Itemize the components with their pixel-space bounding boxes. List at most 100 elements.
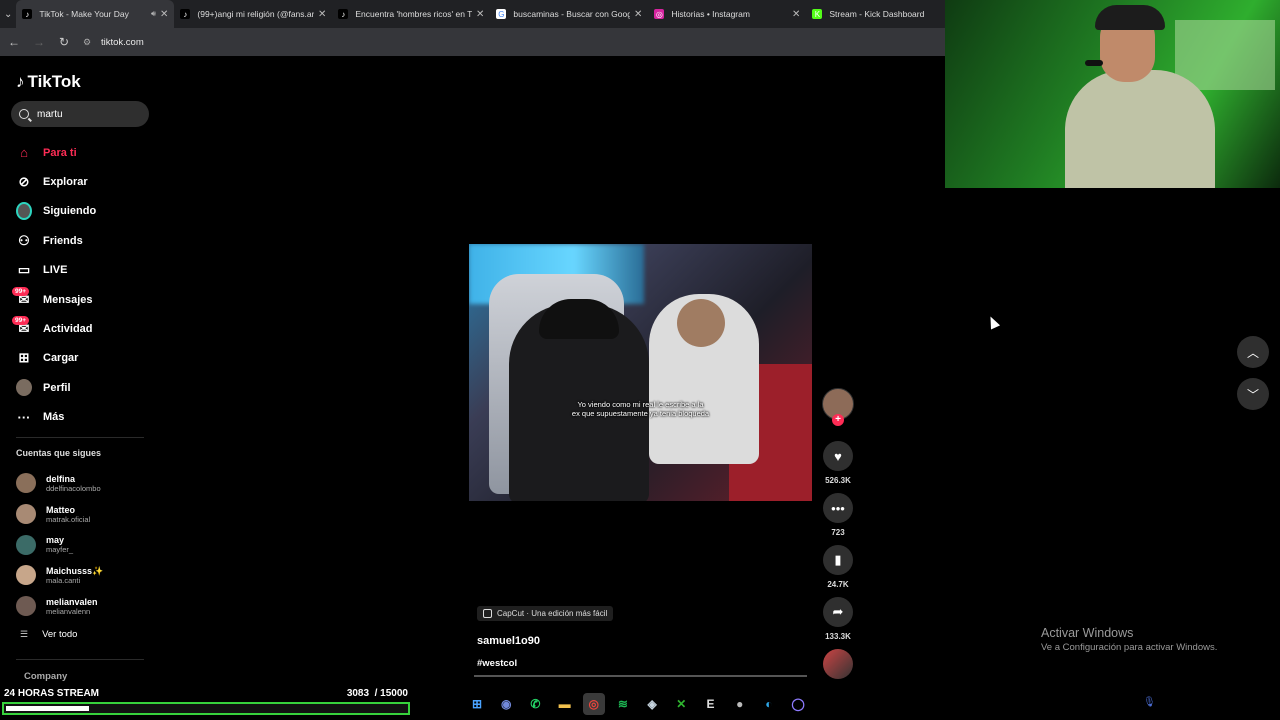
site-info-icon[interactable]: ⚙ (83, 37, 95, 47)
nav-item-perfil[interactable]: Perfil (16, 373, 96, 402)
comment-icon: ••• (823, 493, 853, 523)
video-progress-bar[interactable] (474, 675, 807, 677)
following-account[interactable]: melianvalen melianvalenn (16, 591, 103, 622)
nav-label: Perfil (43, 381, 71, 394)
nav-item-actividad[interactable]: ✉ 99+ Actividad (12, 314, 96, 343)
search-input[interactable]: martu (11, 101, 149, 127)
xbox-icon[interactable]: ✕ (670, 693, 692, 715)
company-link[interactable]: Company (24, 671, 67, 682)
close-tab-icon[interactable]: ✕ (476, 9, 484, 20)
nav-item-mensajes[interactable]: ✉ 99+ Mensajes (12, 285, 96, 314)
nav-item-ms[interactable]: ··· Más (16, 403, 96, 432)
nav-item-cargar[interactable]: ⊞ Cargar (16, 344, 96, 373)
back-icon[interactable]: ← (3, 35, 25, 49)
avatar (16, 473, 36, 494)
video-caption: Yo viendo como mi real le escribe a la e… (571, 400, 710, 418)
steam-icon[interactable]: ◈ (641, 693, 663, 715)
nav-label: Cargar (43, 352, 79, 365)
search-icon (19, 109, 29, 119)
close-tab-icon[interactable]: ✕ (160, 9, 168, 20)
file-explorer-icon[interactable]: ▬ (554, 693, 576, 715)
notification-badge: 99+ (12, 316, 30, 326)
share-icon: ➦ (823, 597, 853, 627)
nav-label: Actividad (43, 323, 93, 336)
close-tab-icon[interactable]: ✕ (792, 9, 800, 20)
nav-item-friends[interactable]: ⚇ Friends (16, 226, 96, 255)
messages-icon: ✉ 99+ (12, 286, 32, 308)
app-icon[interactable]: ◯ (787, 693, 809, 715)
account-name: melianvalen (46, 596, 98, 607)
capcut-label[interactable]: CapCut · Una edición más fácil (477, 606, 614, 621)
activity-icon: ✉ 99+ (12, 316, 32, 337)
following-account[interactable]: Maichusss✨ mala.canti (16, 560, 103, 591)
video-actions: + ♥ 526.3K ••• 723 ▮ 24.7K ➦ 133.3K (822, 388, 854, 648)
following-accounts-heading: Cuentas que sigues (16, 448, 102, 458)
tab-title: Stream - Kick Dashboard (829, 9, 925, 19)
nav-item-explorar[interactable]: ⊘ Explorar (16, 167, 96, 196)
reload-icon[interactable]: ↻ (53, 35, 75, 49)
tab-list-button[interactable]: ⌄ (4, 3, 12, 25)
next-video-button[interactable]: ﹀ (1237, 378, 1269, 410)
music-disc-avatar[interactable] (823, 649, 853, 679)
forward-icon[interactable]: → (28, 35, 50, 49)
previous-video-button[interactable]: ︿ (1237, 336, 1269, 368)
tiktok-logo[interactable]: ♪ TikTok (16, 72, 81, 92)
browser-tab[interactable]: ♪ Encuentra 'hombres ricos' en Ti ✕ (332, 0, 490, 28)
mouse-cursor-icon (985, 314, 1001, 330)
tiktok-icon: ♪ (180, 9, 191, 19)
browser-address-bar: ← → ↻ ⚙ tiktok.com (0, 28, 945, 56)
browser-tab[interactable]: G buscaminas - Buscar con Googl ✕ (490, 0, 648, 28)
home-icon: ⌂ (20, 145, 28, 161)
browser-tab[interactable]: ◎ Historias • Instagram ✕ (648, 0, 806, 28)
tiktok-note-icon: ♪ (16, 72, 25, 91)
microphone-icon[interactable]: 🎙 (1143, 697, 1156, 708)
nav-item-live[interactable]: ▭ LIVE (16, 256, 96, 285)
video-hashtag[interactable]: #westcol (477, 658, 807, 669)
nav-label: Para ti (43, 146, 77, 159)
save-button[interactable]: ▮ 24.7K (822, 545, 854, 589)
close-tab-icon[interactable]: ✕ (318, 9, 326, 20)
webcam-scene-body (1065, 70, 1215, 188)
tab-title: Encuentra 'hombres ricos' en Ti (355, 9, 472, 19)
account-handle: ddelfinacolombo (46, 483, 101, 493)
following-account[interactable]: may mayfer_ (16, 529, 103, 560)
webcam-overlay (945, 0, 1280, 188)
browser-tab[interactable]: K Stream - Kick Dashboard ✕ (806, 0, 964, 28)
upload-icon: ⊞ (18, 350, 30, 366)
account-handle: matrak.oficial (46, 514, 91, 524)
epic-games-icon[interactable]: E (700, 693, 722, 715)
share-button[interactable]: ➦ 133.3K (822, 597, 854, 641)
follow-plus-icon[interactable]: + (832, 414, 844, 426)
edge-icon[interactable]: ◐ (758, 693, 780, 715)
account-handle: mala.canti (46, 575, 81, 585)
avatar (16, 534, 36, 555)
tab-title: (99+)angi mi religión (@fans.an (197, 9, 314, 19)
nav-item-siguiendo[interactable]: Siguiendo (16, 197, 96, 226)
see-all-button[interactable]: ☰ Ver todo (20, 629, 77, 640)
obs-icon[interactable]: ● (729, 693, 751, 715)
video-player[interactable]: Yo viendo como mi real le escribe a la e… (469, 244, 812, 501)
whatsapp-icon[interactable]: ✆ (524, 693, 546, 715)
browser-tab[interactable]: ♪ (99+)angi mi religión (@fans.an ✕ (174, 0, 332, 28)
nav-item-parati[interactable]: ⌂ Para ti (16, 138, 96, 167)
profile-avatar-icon (16, 379, 32, 397)
browser-tab[interactable]: ♪ TikTok - Make Your Day 🔊︎ ✕ (16, 0, 175, 28)
like-button[interactable]: ♥ 526.3K (822, 441, 854, 485)
url-field[interactable]: tiktok.com (101, 37, 144, 48)
webcam-scene-mic (1085, 60, 1103, 66)
bookmark-icon: ▮ (823, 545, 853, 575)
kick-icon: K (812, 9, 823, 19)
following-account[interactable]: Matteo matrak.oficial (16, 499, 103, 530)
video-meta: CapCut · Una edición más fácil samuel1o9… (477, 605, 807, 669)
following-avatar-icon (16, 202, 32, 221)
windows-start-icon[interactable]: ⊞ (466, 693, 488, 715)
following-account[interactable]: delfina ddelfinacolombo (16, 468, 103, 499)
discord-icon[interactable]: ◉ (495, 693, 517, 715)
chrome-icon[interactable]: ◎ (582, 693, 605, 715)
spotify-icon[interactable]: ≋ (612, 693, 634, 715)
comment-button[interactable]: ••• 723 (822, 493, 854, 537)
close-tab-icon[interactable]: ✕ (634, 9, 642, 20)
speaker-icon[interactable]: 🔊︎ (151, 9, 156, 19)
webcam-scene-posters (1175, 20, 1275, 90)
video-username[interactable]: samuel1o90 (477, 635, 807, 647)
